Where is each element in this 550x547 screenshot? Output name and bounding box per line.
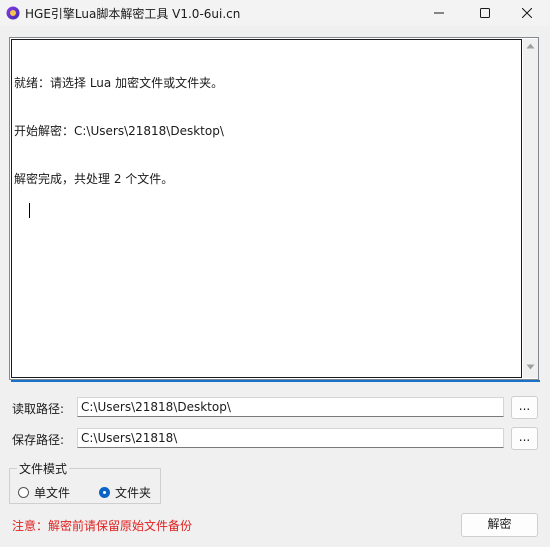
radio-single-file[interactable]: 单文件: [18, 484, 70, 501]
save-path-label: 保存路径:: [12, 433, 65, 447]
text-caret: [29, 203, 31, 218]
app-icon: [6, 6, 20, 20]
radio-label: 单文件: [34, 486, 71, 500]
focus-underline: [11, 380, 540, 382]
window-title: HGE引擎Lua脚本解密工具 V1.0-6ui.cn: [25, 7, 241, 21]
log-panel[interactable]: 就绪：请选择 Lua 加密文件或文件夹。 开始解密：C:\Users\21818…: [9, 37, 539, 380]
title-bar[interactable]: HGE引擎Lua脚本解密工具 V1.0-6ui.cn: [0, 0, 550, 26]
file-mode-title: 文件模式: [17, 460, 70, 477]
save-browse-button[interactable]: ...: [511, 427, 538, 450]
scroll-down-icon[interactable]: [526, 364, 535, 370]
log-textarea[interactable]: 就绪：请选择 Lua 加密文件或文件夹。 开始解密：C:\Users\21818…: [11, 39, 522, 378]
decrypt-button[interactable]: 解密: [461, 513, 538, 537]
save-path-input[interactable]: C:\Users\21818\: [77, 428, 504, 448]
maximize-icon: [480, 8, 490, 18]
maximize-button[interactable]: [462, 0, 508, 26]
minimize-button[interactable]: [416, 0, 462, 26]
radio-label: 文件夹: [115, 486, 152, 500]
radio-checked-icon: [99, 487, 110, 498]
read-path-label: 读取路径:: [12, 402, 65, 416]
warning-text: 注意：解密前请保留原始文件备份: [12, 519, 193, 533]
close-icon: [522, 8, 532, 18]
scroll-up-icon[interactable]: [526, 43, 535, 49]
log-line: 解密完成，共处理 2 个文件。: [14, 172, 174, 186]
read-path-input[interactable]: C:\Users\21818\Desktop\: [77, 397, 504, 417]
radio-unchecked-icon: [18, 487, 29, 498]
log-line: 就绪：请选择 Lua 加密文件或文件夹。: [14, 76, 224, 90]
minimize-icon: [434, 12, 444, 14]
read-browse-button[interactable]: ...: [511, 396, 538, 419]
radio-folder[interactable]: 文件夹: [99, 484, 151, 501]
log-line: 开始解密：C:\Users\21818\Desktop\: [14, 124, 224, 138]
log-scrollbar[interactable]: [523, 39, 538, 378]
close-button[interactable]: [504, 0, 550, 26]
